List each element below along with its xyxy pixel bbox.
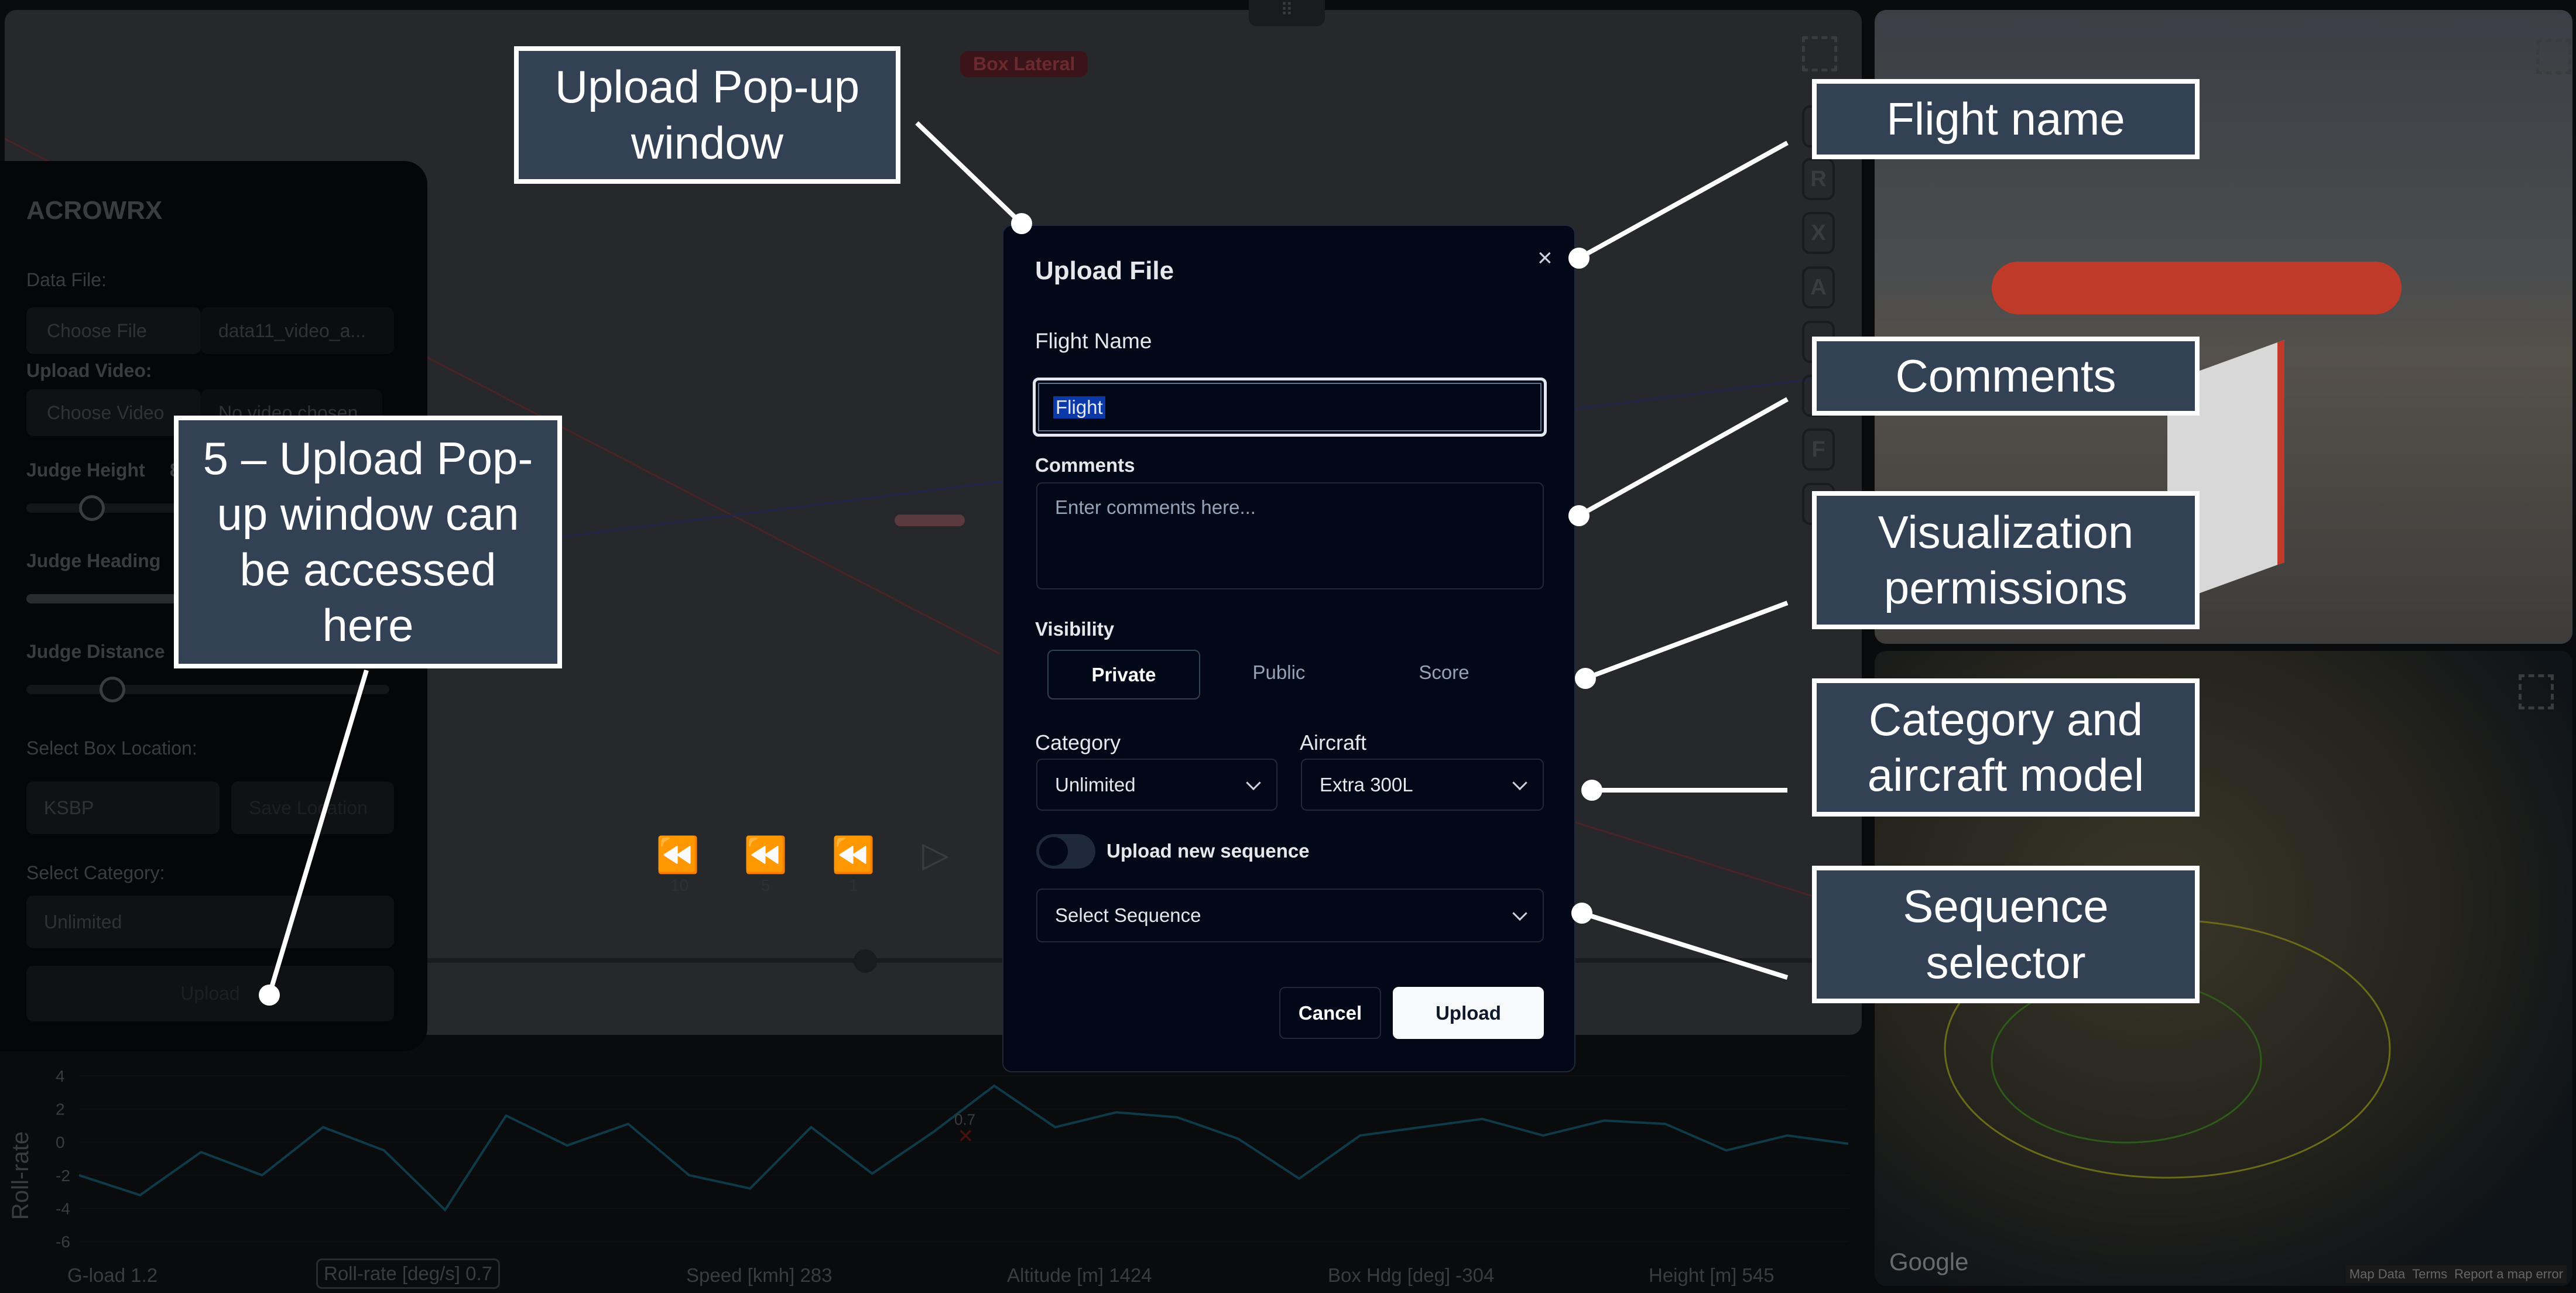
- callout-access: 5 – Upload Pop-up window can be accessed…: [174, 416, 562, 668]
- callout-sequence: Sequence selector: [1812, 866, 2200, 1003]
- callout-flight-name: Flight name: [1812, 79, 2200, 159]
- callout-visibility: Visualization permissions: [1812, 491, 2200, 629]
- callout-popup-window: Upload Pop-up window: [514, 46, 900, 184]
- callout-category: Category and aircraft model: [1812, 678, 2200, 817]
- callout-comments: Comments: [1812, 337, 2200, 416]
